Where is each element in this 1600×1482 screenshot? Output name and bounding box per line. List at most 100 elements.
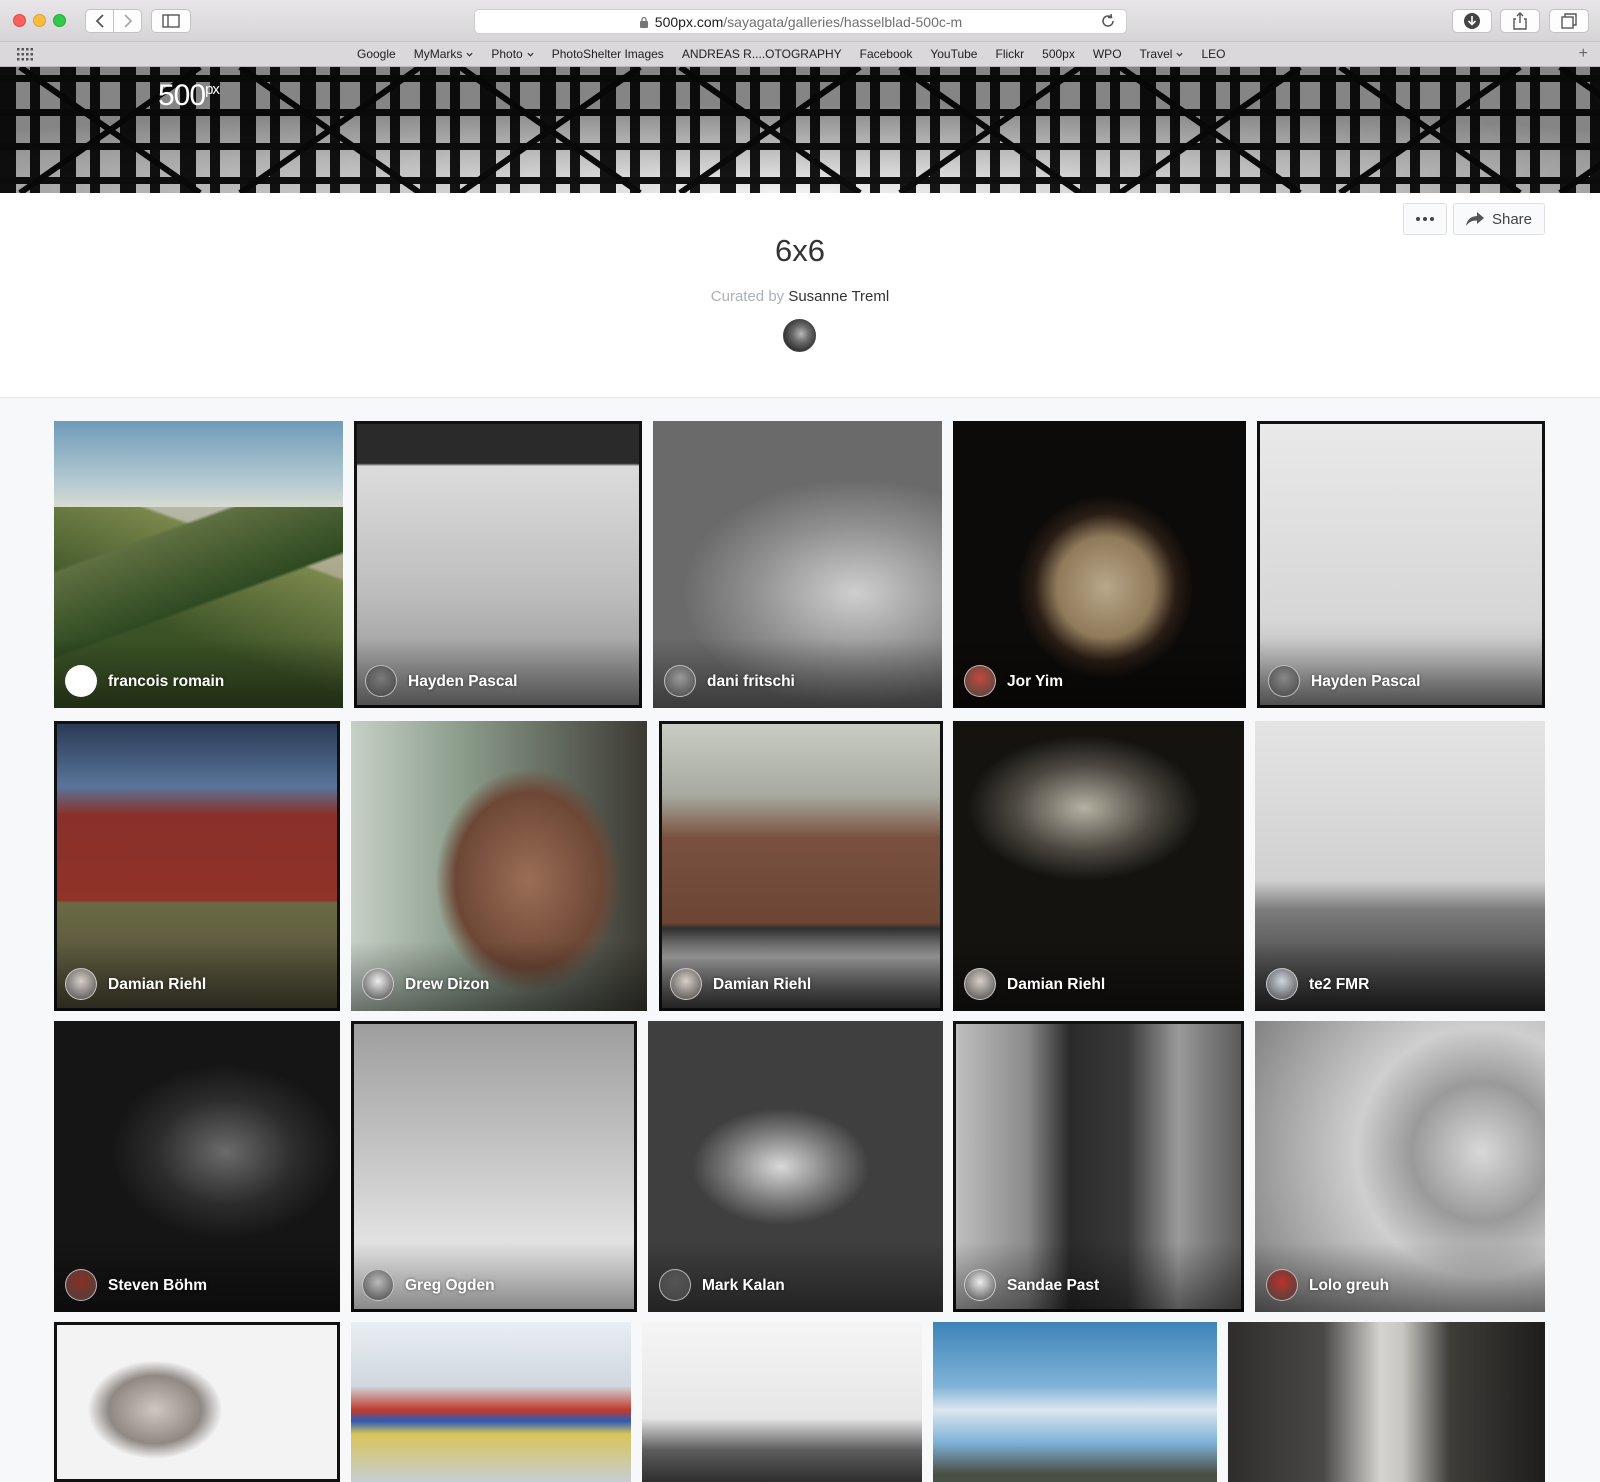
- author-name[interactable]: Mark Kalan: [702, 1277, 785, 1295]
- gallery-header: Share 6x6 Curated by Susanne Treml: [0, 193, 1600, 398]
- photo-tile[interactable]: Jor Yim: [953, 421, 1246, 708]
- photo-tile[interactable]: [1228, 1322, 1545, 1482]
- share-label: Share: [1491, 210, 1533, 228]
- curator-avatar[interactable]: [783, 319, 816, 352]
- author-avatar[interactable]: [362, 968, 394, 1000]
- bookmark-label: WPO: [1092, 47, 1122, 61]
- apps-grid-icon[interactable]: [17, 48, 33, 61]
- photo-tile[interactable]: Steven Böhm: [54, 1021, 340, 1312]
- photo-caption-gradient: [953, 638, 1246, 708]
- photo-tile[interactable]: te2 FMR: [1255, 721, 1545, 1011]
- photo-tile[interactable]: [351, 1322, 631, 1482]
- bookmark-item[interactable]: Photo: [491, 47, 534, 61]
- author-name[interactable]: francois romain: [108, 673, 224, 691]
- bookmark-item[interactable]: ANDREAS R....OTOGRAPHY: [682, 47, 842, 61]
- author-avatar[interactable]: [670, 968, 702, 1000]
- author-avatar[interactable]: [65, 1269, 97, 1301]
- bookmarks-bar: Google MyMarks Photo PhotoShelter Images AND…: [0, 42, 1600, 67]
- author-avatar[interactable]: [659, 1269, 691, 1301]
- reload-icon[interactable]: [1100, 13, 1116, 29]
- author-avatar[interactable]: [1266, 1269, 1298, 1301]
- photo-tile[interactable]: Greg Ogden: [351, 1021, 637, 1312]
- photo-tile[interactable]: Hayden Pascal: [354, 421, 642, 708]
- browser-toolbar: 500px.com/sayagata/galleries/hasselblad-…: [0, 0, 1600, 42]
- photo-tile[interactable]: [933, 1322, 1217, 1482]
- author-name[interactable]: Greg Ogden: [405, 1277, 495, 1295]
- close-window-button[interactable]: [13, 14, 26, 27]
- photo-caption-gradient: [1255, 1242, 1545, 1312]
- author-name[interactable]: Damian Riehl: [108, 976, 206, 994]
- author-avatar[interactable]: [1266, 968, 1298, 1000]
- author-name[interactable]: Hayden Pascal: [408, 673, 517, 691]
- photo-image[interactable]: [933, 1322, 1217, 1482]
- photo-tile[interactable]: Damian Riehl: [54, 721, 340, 1011]
- bookmark-item[interactable]: PhotoShelter Images: [552, 47, 664, 61]
- bookmark-label: Flickr: [995, 47, 1025, 61]
- bookmark-item[interactable]: Google: [357, 47, 396, 61]
- bookmark-item[interactable]: WPO: [1093, 47, 1122, 61]
- author-name[interactable]: dani fritschi: [707, 673, 795, 691]
- minimize-window-button[interactable]: [33, 14, 46, 27]
- browser-share-button[interactable]: [1500, 9, 1540, 33]
- author-avatar[interactable]: [964, 968, 996, 1000]
- zoom-window-button[interactable]: [53, 14, 66, 27]
- photo-tile[interactable]: francois romain: [54, 421, 343, 708]
- show-tabs-button[interactable]: [1549, 9, 1589, 33]
- plus-icon[interactable]: +: [1579, 45, 1588, 63]
- sidebar-toggle-button[interactable]: [151, 9, 191, 33]
- photo-tile[interactable]: Hayden Pascal: [1257, 421, 1545, 708]
- photo-tile[interactable]: dani fritschi: [653, 421, 942, 708]
- photo-image[interactable]: [54, 1322, 340, 1482]
- author-avatar[interactable]: [964, 1269, 996, 1301]
- download-icon: [1464, 13, 1480, 29]
- bookmark-label: Facebook: [859, 47, 913, 61]
- author-avatar[interactable]: [65, 968, 97, 1000]
- bookmark-item[interactable]: YouTube: [930, 47, 977, 61]
- bookmark-label: Google: [357, 47, 396, 61]
- author-name[interactable]: Jor Yim: [1007, 673, 1063, 691]
- author-name[interactable]: Drew Dizon: [405, 976, 489, 994]
- photo-tile[interactable]: [642, 1322, 922, 1482]
- author-name[interactable]: Hayden Pascal: [1311, 673, 1420, 691]
- bookmark-item[interactable]: Flickr: [995, 47, 1024, 61]
- bookmark-item[interactable]: MyMarks: [414, 47, 474, 61]
- address-bar[interactable]: 500px.com/sayagata/galleries/hasselblad-…: [474, 9, 1127, 34]
- bookmark-item[interactable]: Facebook: [860, 47, 913, 61]
- photo-tile[interactable]: Mark Kalan: [648, 1021, 943, 1312]
- author-name[interactable]: Steven Böhm: [108, 1277, 207, 1295]
- photo-image[interactable]: [351, 1322, 631, 1482]
- photo-tile[interactable]: Lolo greuh: [1255, 1021, 1545, 1312]
- author-avatar[interactable]: [964, 665, 996, 697]
- bookmark-item[interactable]: 500px: [1042, 47, 1075, 61]
- author-avatar[interactable]: [365, 665, 397, 697]
- author-name[interactable]: Damian Riehl: [713, 976, 811, 994]
- photo-tile[interactable]: Drew Dizon: [351, 721, 647, 1011]
- photo-tile[interactable]: Damian Riehl: [659, 721, 943, 1011]
- back-button[interactable]: [85, 9, 114, 33]
- photo-tile[interactable]: Sandae Past: [953, 1021, 1244, 1312]
- photo-image[interactable]: [642, 1322, 922, 1482]
- bookmark-item[interactable]: Travel: [1140, 47, 1184, 61]
- author-avatar[interactable]: [65, 665, 97, 697]
- curator-name[interactable]: Susanne Treml: [788, 288, 889, 305]
- share-icon: [1513, 12, 1527, 30]
- photo-tile[interactable]: [54, 1322, 340, 1482]
- downloads-button[interactable]: [1452, 9, 1492, 33]
- author-avatar[interactable]: [362, 1269, 394, 1301]
- back-icon: [95, 14, 104, 28]
- gallery-share-button[interactable]: Share: [1453, 203, 1545, 235]
- author-name[interactable]: Lolo greuh: [1309, 1277, 1389, 1295]
- site-logo[interactable]: 500px: [158, 79, 220, 113]
- author-avatar[interactable]: [664, 665, 696, 697]
- share-arrow-icon: [1465, 212, 1484, 226]
- more-options-button[interactable]: [1403, 203, 1447, 235]
- photo-tile[interactable]: Damian Riehl: [953, 721, 1244, 1011]
- author-name[interactable]: Damian Riehl: [1007, 976, 1105, 994]
- author-name[interactable]: Sandae Past: [1007, 1277, 1099, 1295]
- forward-button[interactable]: [113, 9, 142, 33]
- sidebar-icon: [162, 14, 180, 28]
- author-name[interactable]: te2 FMR: [1309, 976, 1369, 994]
- bookmark-item[interactable]: LEO: [1201, 47, 1225, 61]
- author-avatar[interactable]: [1268, 665, 1300, 697]
- photo-image[interactable]: [1228, 1322, 1545, 1482]
